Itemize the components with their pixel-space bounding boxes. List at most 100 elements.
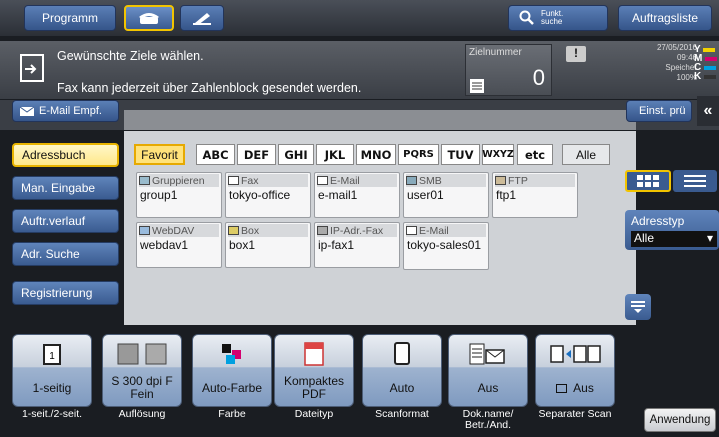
adresstyp-select[interactable]: Alle ▾ — [631, 231, 717, 247]
ip-fax-icon — [317, 226, 328, 235]
address-card[interactable]: E-Mail tokyo-sales01 — [403, 222, 489, 270]
search-icon — [519, 10, 534, 25]
address-card[interactable]: Box box1 — [225, 222, 311, 268]
tab-label: ABC — [202, 147, 229, 162]
filetype-caption: Dateityp — [294, 408, 334, 420]
address-name: tokyo-office — [229, 188, 291, 202]
top-bar: Programm Funkt. suche Auftragsliste — [0, 0, 719, 36]
fax-mode-tab[interactable] — [124, 5, 174, 31]
address-name: webdav1 — [140, 238, 189, 252]
sidebar-item-label: Auftr.verlauf — [21, 214, 86, 228]
tab-label: DEF — [243, 147, 270, 162]
tab-tuv[interactable]: TUV — [441, 144, 480, 165]
zielnummer-field[interactable]: Zielnummer 0 — [465, 44, 552, 96]
color-icon — [219, 341, 245, 367]
fax-icon — [228, 176, 239, 185]
resolution-icon — [112, 341, 172, 367]
address-card[interactable]: FTP ftp1 — [492, 172, 578, 218]
box-icon — [228, 226, 239, 235]
scanformat-value: Auto — [389, 380, 415, 395]
address-type: SMB — [406, 174, 486, 187]
programm-label: Programm — [41, 11, 98, 25]
address-card[interactable]: WebDAV webdav1 — [136, 222, 222, 268]
address-type: Gruppieren — [139, 174, 219, 187]
sidebar-item-man-eingabe[interactable]: Man. Eingabe — [12, 176, 119, 200]
registrierung-button[interactable]: Registrierung — [12, 281, 119, 305]
color-caption: Farbe — [218, 408, 246, 420]
address-type-label: FTP — [508, 174, 528, 187]
speicher-label: Speicher — [665, 63, 697, 72]
anwendung-label: Anwendung — [649, 414, 711, 426]
resolution-button[interactable]: S 300 dpi F Fein — [102, 334, 182, 407]
keypad-icon — [470, 79, 484, 93]
tab-jkl[interactable]: JKL — [316, 144, 354, 165]
list-view-button[interactable] — [673, 170, 717, 192]
grid-icon — [637, 175, 659, 187]
scanformat-button[interactable]: Auto — [362, 334, 442, 407]
grid-view-button[interactable] — [625, 170, 671, 192]
address-type-label: Fax — [241, 174, 259, 187]
address-card[interactable]: IP-Adr.-Fax ip-fax1 — [314, 222, 400, 268]
email-empf-button[interactable]: E-Mail Empf. — [12, 100, 119, 122]
programm-button[interactable]: Programm — [24, 5, 116, 31]
tab-pqrs[interactable]: PQRS — [398, 144, 439, 165]
tab-label: PQRS — [403, 149, 434, 160]
suche-label: suche — [541, 17, 563, 26]
tab-abc[interactable]: ABC — [196, 144, 235, 165]
address-type: Box — [228, 224, 308, 237]
auftragsliste-button[interactable]: Auftragsliste — [618, 5, 712, 31]
status-time: 09:46 — [676, 53, 697, 62]
scan-mode-tab[interactable] — [180, 5, 224, 31]
address-type: WebDAV — [139, 224, 219, 237]
resolution-caption: Auflösung — [118, 408, 166, 420]
adresstyp-dropdown[interactable]: Adresstyp Alle ▾ — [625, 210, 719, 250]
tab-etc[interactable]: etc — [517, 144, 553, 165]
sidebar-item-adr-suche[interactable]: Adr. Suche — [12, 242, 119, 266]
tab-mno[interactable]: MNO — [356, 144, 396, 165]
pdf-icon — [301, 341, 327, 367]
address-type: FTP — [495, 174, 575, 187]
tab-label: TUV — [447, 147, 474, 162]
tab-alle[interactable]: Alle — [562, 144, 610, 165]
warning-icon[interactable]: ! — [566, 46, 586, 62]
webdav-icon — [139, 226, 150, 235]
tab-def[interactable]: DEF — [237, 144, 276, 165]
checkbox-icon — [556, 383, 568, 393]
address-card[interactable]: SMB user01 — [403, 172, 489, 218]
list-icon — [684, 175, 706, 187]
group-icon — [139, 176, 150, 185]
document-name-button[interactable]: Aus — [448, 334, 528, 407]
tab-favorit[interactable]: Favorit — [134, 144, 185, 165]
sidebar-item-label: Registrierung — [21, 286, 93, 300]
scroll-list-icon — [631, 301, 645, 313]
document-name-value: Aus — [477, 380, 499, 395]
speicher-value: 100% — [676, 73, 697, 82]
status-date: 27/05/2016 — [656, 43, 697, 52]
sidebar-item-label: Man. Eingabe — [21, 181, 96, 195]
filetype-button[interactable]: Kompaktes PDF — [274, 334, 354, 407]
address-name: e-mail1 — [318, 188, 358, 202]
pen-icon — [193, 13, 211, 25]
envelope-icon — [19, 106, 35, 116]
envelope-icon — [406, 226, 417, 235]
sidebar-item-adressbuch[interactable]: Adressbuch — [12, 143, 119, 167]
duplex-button[interactable]: 1 1-seitig — [12, 334, 92, 407]
color-button[interactable]: Auto-Farbe — [192, 334, 272, 407]
address-card[interactable]: Gruppieren group1 — [136, 172, 222, 218]
scroll-down-button[interactable] — [625, 294, 651, 320]
tab-label: etc — [524, 147, 546, 162]
einst-pruefen-button[interactable]: Einst. prü — [626, 100, 692, 122]
separate-scan-button[interactable]: Aus — [535, 334, 615, 407]
anwendung-button[interactable]: Anwendung — [644, 408, 716, 432]
collapse-panel-icon[interactable]: « — [697, 96, 719, 126]
address-type: Fax — [228, 174, 308, 187]
adresstyp-label: Adresstyp — [631, 214, 685, 228]
address-name: tokyo-sales01 — [407, 238, 482, 252]
tab-ghi[interactable]: GHI — [278, 144, 314, 165]
sidebar-item-auftr-verlauf[interactable]: Auftr.verlauf — [12, 209, 119, 233]
address-name: group1 — [140, 188, 178, 202]
funktion-suche-button[interactable]: Funkt. suche — [508, 5, 608, 31]
address-card[interactable]: Fax tokyo-office — [225, 172, 311, 218]
tab-wxyz[interactable]: WXYZ — [482, 144, 514, 165]
address-card[interactable]: E-Mail e-mail1 — [314, 172, 400, 218]
